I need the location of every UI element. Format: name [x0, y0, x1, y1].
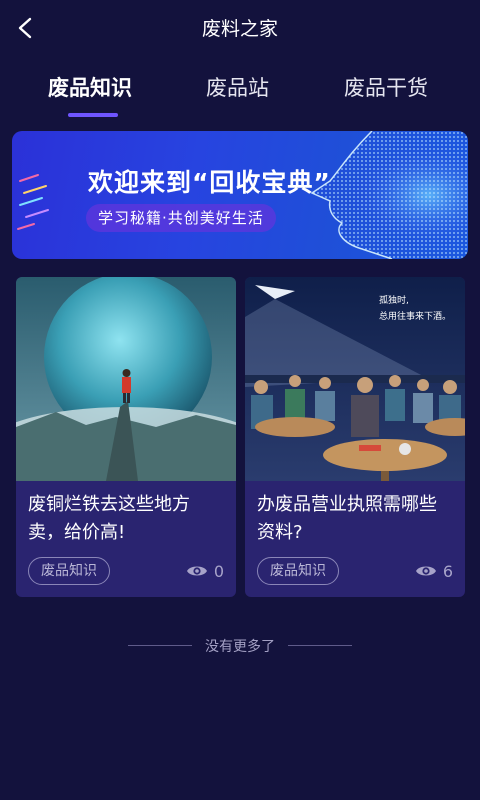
- category-tag[interactable]: 废品知识: [28, 557, 110, 585]
- tab-bar: 废品知识 废品站 废品干货: [0, 68, 480, 122]
- view-count: 6: [415, 561, 453, 581]
- tab-waste-tips[interactable]: 废品干货: [344, 72, 428, 102]
- image-caption-line2: 总用往事来下酒。: [379, 310, 451, 322]
- tab-waste-knowledge[interactable]: 废品知识: [48, 72, 132, 102]
- views-number: 6: [442, 561, 453, 581]
- card-title: 办废品营业执照需哪些资料?: [257, 494, 437, 543]
- eye-icon: [186, 566, 207, 576]
- tab-waste-station[interactable]: 废品站: [206, 72, 269, 102]
- page-title: 废料之家: [201, 18, 278, 40]
- end-of-list-text: 没有更多了: [205, 639, 275, 655]
- view-count: 0: [186, 561, 224, 581]
- views-number: 0: [213, 561, 224, 581]
- card-title: 废铜烂铁去这些地方卖，给价高!: [28, 494, 190, 543]
- image-caption-line1: 孤独时,: [379, 294, 409, 306]
- header-bar: 废料之家: [0, 0, 480, 56]
- category-tag[interactable]: 废品知识: [257, 557, 339, 585]
- banner-subtitle: 学习秘籍·共创美好生活: [86, 204, 276, 232]
- promo-banner[interactable]: 欢迎来到“回收宝典” 学习秘籍·共创美好生活: [12, 131, 468, 259]
- planet-illustration: [16, 277, 236, 481]
- end-of-list-note: 没有更多了: [0, 636, 480, 656]
- article-card[interactable]: 废铜烂铁去这些地方卖，给价高! 废品知识 0: [16, 277, 236, 597]
- eye-icon: [415, 566, 436, 576]
- active-tab-indicator: [68, 113, 118, 117]
- bar-crowd-illustration: 孤独时, 总用往事来下酒。: [245, 277, 465, 481]
- banner-title: 欢迎来到“回收宝典”: [88, 168, 331, 197]
- divider-line: [288, 645, 352, 646]
- article-card[interactable]: 孤独时, 总用往事来下酒。 办废品营业执照需哪些资料? 废品知识 6: [245, 277, 465, 597]
